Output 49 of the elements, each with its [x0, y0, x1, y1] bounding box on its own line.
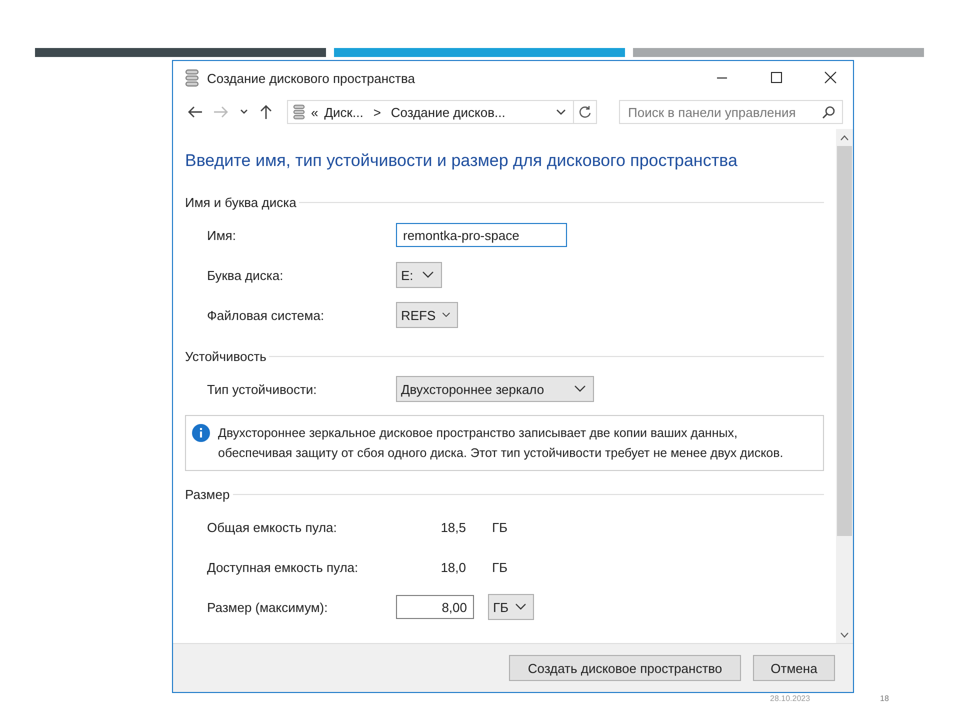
info-icon — [192, 424, 210, 442]
drive-stack-icon — [293, 103, 305, 121]
unit-dropdown[interactable]: ГБ — [488, 594, 534, 620]
search-icon — [822, 105, 836, 119]
address-bar[interactable]: « Диск... > Создание дисков... — [287, 100, 597, 124]
chevron-down-icon — [442, 311, 450, 319]
back-arrow-icon[interactable] — [187, 105, 203, 119]
capacity-unit: ГБ — [492, 560, 508, 574]
page-heading: Введите имя, тип устойчивости и размер для дискового пространства — [185, 151, 738, 171]
size-field[interactable]: 8,00 — [396, 595, 474, 619]
field-label: Размер (максимум): — [207, 600, 329, 614]
search-field[interactable]: Поиск в панели управления — [619, 100, 843, 124]
create-button[interactable]: Создать дисковое пространство — [509, 655, 741, 681]
drive-stack-icon — [185, 69, 199, 87]
dropdown[interactable]: REFS — [396, 302, 458, 328]
dropdown[interactable]: Двухстороннее зеркало — [396, 376, 594, 402]
slide-date: 28.10.2023 — [770, 694, 810, 703]
capacity-value: 18,0 — [440, 560, 466, 574]
refresh-icon[interactable] — [578, 105, 592, 119]
breadcrumb-separator: > — [373, 104, 381, 120]
chevron-down-icon[interactable] — [555, 107, 567, 117]
capacity-unit: ГБ — [492, 520, 508, 534]
up-arrow-icon[interactable] — [259, 104, 273, 120]
cancel-button[interactable]: Отмена — [753, 655, 835, 681]
section-heading: Устойчивость — [185, 348, 266, 364]
breadcrumb-prefix: « — [311, 104, 318, 120]
scroll-down-icon[interactable] — [840, 632, 849, 638]
section-heading: Имя и буква диска — [185, 194, 296, 210]
breadcrumb-item[interactable]: Создание дисков... — [390, 104, 506, 120]
name-field[interactable]: remontka-pro-space — [396, 223, 567, 247]
field-label: Общая емкость пула: — [207, 520, 338, 534]
scrollbar[interactable] — [836, 129, 853, 643]
chevron-down-icon — [422, 271, 434, 279]
dropdown[interactable]: E: — [396, 262, 442, 288]
field-label: Доступная емкость пула: — [207, 560, 360, 574]
breadcrumb-item[interactable]: Диск... — [324, 104, 364, 120]
window-title: Создание дискового пространства — [207, 70, 415, 86]
chevron-down-icon — [514, 603, 526, 611]
scrollbar-thumb[interactable] — [837, 146, 852, 536]
field-label: Имя: — [207, 228, 237, 242]
chevron-down-icon — [574, 385, 586, 393]
capacity-value: 18,5 — [440, 520, 466, 534]
field-label: Файловая система: — [207, 308, 326, 322]
field-label: Буква диска: — [207, 268, 284, 282]
slide-number: 18 — [880, 694, 889, 703]
scroll-up-icon[interactable] — [840, 134, 849, 140]
section-heading: Размер — [185, 486, 230, 502]
field-label: Тип устойчивости: — [207, 382, 318, 396]
info-text: Двухстороннее зеркальное дисковое пространство записывает две копии ваших данных, обеспечивая защиту от сбоя одного диска. Этот тип устойчивости требует не менее двух дисков. — [218, 425, 784, 462]
